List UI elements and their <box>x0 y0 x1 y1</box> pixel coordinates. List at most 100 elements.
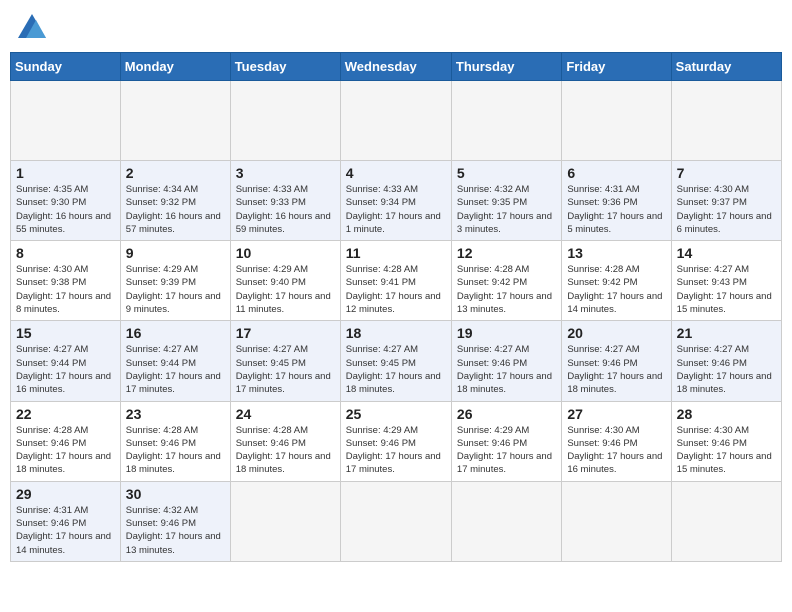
calendar-week-row: 15 Sunrise: 4:27 AMSunset: 9:44 PMDayligh… <box>11 321 782 401</box>
calendar-day-cell <box>120 81 230 161</box>
calendar-day-cell: 21Sunrise: 4:27 AMSunset: 9:46 PMDayligh… <box>671 321 781 401</box>
day-of-week-header: Monday <box>120 53 230 81</box>
day-number: 10 <box>236 245 335 261</box>
calendar-week-row: 29 Sunrise: 4:31 AMSunset: 9:46 PMDayligh… <box>11 481 782 561</box>
day-info: Sunrise: 4:27 AMSunset: 9:45 PMDaylight:… <box>236 343 335 396</box>
calendar-week-row <box>11 81 782 161</box>
day-number: 2 <box>126 165 225 181</box>
day-info: Sunrise: 4:35 AMSunset: 9:30 PMDaylight:… <box>16 183 115 236</box>
day-number: 4 <box>346 165 446 181</box>
logo-icon <box>14 10 50 46</box>
calendar-day-cell: 29 Sunrise: 4:31 AMSunset: 9:46 PMDayligh… <box>11 481 121 561</box>
day-number: 26 <box>457 406 556 422</box>
calendar-day-cell: 16 Sunrise: 4:27 AMSunset: 9:44 PMDayligh… <box>120 321 230 401</box>
calendar-day-cell: 20 Sunrise: 4:27 AMSunset: 9:46 PMDayligh… <box>562 321 671 401</box>
day-info: Sunrise: 4:29 AMSunset: 9:40 PMDaylight:… <box>236 263 335 316</box>
calendar-week-row: 1 Sunrise: 4:35 AMSunset: 9:30 PMDaylight… <box>11 161 782 241</box>
day-number: 30 <box>126 486 225 502</box>
day-number: 12 <box>457 245 556 261</box>
calendar-day-cell: 7 Sunrise: 4:30 AMSunset: 9:37 PMDaylight… <box>671 161 781 241</box>
day-of-week-header: Tuesday <box>230 53 340 81</box>
day-number: 1 <box>16 165 115 181</box>
day-number: 20 <box>567 325 665 341</box>
calendar-day-cell <box>671 481 781 561</box>
day-info: Sunrise: 4:28 AMSunset: 9:46 PMDaylight:… <box>126 424 225 477</box>
day-number: 18 <box>346 325 446 341</box>
calendar-table: SundayMondayTuesdayWednesdayThursdayFrid… <box>10 52 782 562</box>
calendar-day-cell: 19 Sunrise: 4:27 AMSunset: 9:46 PMDayligh… <box>451 321 561 401</box>
day-number: 27 <box>567 406 665 422</box>
day-info: Sunrise: 4:28 AMSunset: 9:46 PMDaylight:… <box>16 424 115 477</box>
day-number: 3 <box>236 165 335 181</box>
day-number: 29 <box>16 486 115 502</box>
calendar-day-cell: 22 Sunrise: 4:28 AMSunset: 9:46 PMDayligh… <box>11 401 121 481</box>
day-info: Sunrise: 4:29 AMSunset: 9:46 PMDaylight:… <box>346 424 446 477</box>
day-info: Sunrise: 4:27 AMSunset: 9:46 PMDaylight:… <box>677 343 776 396</box>
calendar-day-cell: 8Sunrise: 4:30 AMSunset: 9:38 PMDaylight… <box>11 241 121 321</box>
calendar-week-row: 22 Sunrise: 4:28 AMSunset: 9:46 PMDayligh… <box>11 401 782 481</box>
day-info: Sunrise: 4:27 AMSunset: 9:46 PMDaylight:… <box>567 343 665 396</box>
day-number: 8 <box>16 245 115 261</box>
day-info: Sunrise: 4:27 AMSunset: 9:46 PMDaylight:… <box>457 343 556 396</box>
day-number: 25 <box>346 406 446 422</box>
calendar-day-cell <box>451 481 561 561</box>
calendar-day-cell: 14 Sunrise: 4:27 AMSunset: 9:43 PMDayligh… <box>671 241 781 321</box>
day-info: Sunrise: 4:32 AMSunset: 9:46 PMDaylight:… <box>126 504 225 557</box>
calendar-day-cell <box>11 81 121 161</box>
day-number: 5 <box>457 165 556 181</box>
day-of-week-header: Sunday <box>11 53 121 81</box>
calendar-day-cell: 28Sunrise: 4:30 AMSunset: 9:46 PMDayligh… <box>671 401 781 481</box>
calendar-day-cell: 2 Sunrise: 4:34 AMSunset: 9:32 PMDaylight… <box>120 161 230 241</box>
calendar-day-cell: 6 Sunrise: 4:31 AMSunset: 9:36 PMDaylight… <box>562 161 671 241</box>
calendar-day-cell: 17Sunrise: 4:27 AMSunset: 9:45 PMDayligh… <box>230 321 340 401</box>
day-info: Sunrise: 4:29 AMSunset: 9:39 PMDaylight:… <box>126 263 225 316</box>
calendar-day-cell: 10 Sunrise: 4:29 AMSunset: 9:40 PMDayligh… <box>230 241 340 321</box>
day-info: Sunrise: 4:31 AMSunset: 9:46 PMDaylight:… <box>16 504 115 557</box>
calendar-day-cell: 24 Sunrise: 4:28 AMSunset: 9:46 PMDayligh… <box>230 401 340 481</box>
day-info: Sunrise: 4:27 AMSunset: 9:45 PMDaylight:… <box>346 343 446 396</box>
calendar-day-cell <box>230 81 340 161</box>
calendar-day-cell: 5 Sunrise: 4:32 AMSunset: 9:35 PMDaylight… <box>451 161 561 241</box>
day-number: 24 <box>236 406 335 422</box>
calendar-day-cell <box>340 81 451 161</box>
day-info: Sunrise: 4:32 AMSunset: 9:35 PMDaylight:… <box>457 183 556 236</box>
day-info: Sunrise: 4:33 AMSunset: 9:33 PMDaylight:… <box>236 183 335 236</box>
day-info: Sunrise: 4:28 AMSunset: 9:46 PMDaylight:… <box>236 424 335 477</box>
day-of-week-header: Saturday <box>671 53 781 81</box>
calendar-header-row: SundayMondayTuesdayWednesdayThursdayFrid… <box>11 53 782 81</box>
day-number: 16 <box>126 325 225 341</box>
day-info: Sunrise: 4:28 AMSunset: 9:42 PMDaylight:… <box>567 263 665 316</box>
day-info: Sunrise: 4:29 AMSunset: 9:46 PMDaylight:… <box>457 424 556 477</box>
day-number: 14 <box>677 245 776 261</box>
day-info: Sunrise: 4:30 AMSunset: 9:46 PMDaylight:… <box>567 424 665 477</box>
day-info: Sunrise: 4:30 AMSunset: 9:37 PMDaylight:… <box>677 183 776 236</box>
calendar-week-row: 8Sunrise: 4:30 AMSunset: 9:38 PMDaylight… <box>11 241 782 321</box>
day-of-week-header: Friday <box>562 53 671 81</box>
day-number: 7 <box>677 165 776 181</box>
day-info: Sunrise: 4:34 AMSunset: 9:32 PMDaylight:… <box>126 183 225 236</box>
calendar-day-cell: 9Sunrise: 4:29 AMSunset: 9:39 PMDaylight… <box>120 241 230 321</box>
day-info: Sunrise: 4:27 AMSunset: 9:43 PMDaylight:… <box>677 263 776 316</box>
day-info: Sunrise: 4:27 AMSunset: 9:44 PMDaylight:… <box>16 343 115 396</box>
calendar-day-cell <box>230 481 340 561</box>
day-number: 22 <box>16 406 115 422</box>
day-info: Sunrise: 4:27 AMSunset: 9:44 PMDaylight:… <box>126 343 225 396</box>
day-number: 15 <box>16 325 115 341</box>
calendar-day-cell: 23 Sunrise: 4:28 AMSunset: 9:46 PMDayligh… <box>120 401 230 481</box>
calendar-day-cell: 13Sunrise: 4:28 AMSunset: 9:42 PMDayligh… <box>562 241 671 321</box>
calendar-day-cell: 18 Sunrise: 4:27 AMSunset: 9:45 PMDayligh… <box>340 321 451 401</box>
day-number: 23 <box>126 406 225 422</box>
calendar-day-cell: 1 Sunrise: 4:35 AMSunset: 9:30 PMDaylight… <box>11 161 121 241</box>
day-info: Sunrise: 4:30 AMSunset: 9:46 PMDaylight:… <box>677 424 776 477</box>
day-info: Sunrise: 4:31 AMSunset: 9:36 PMDaylight:… <box>567 183 665 236</box>
calendar-day-cell <box>562 81 671 161</box>
day-number: 19 <box>457 325 556 341</box>
day-of-week-header: Thursday <box>451 53 561 81</box>
day-number: 11 <box>346 245 446 261</box>
page-header <box>10 10 782 46</box>
day-info: Sunrise: 4:28 AMSunset: 9:42 PMDaylight:… <box>457 263 556 316</box>
day-of-week-header: Wednesday <box>340 53 451 81</box>
calendar-day-cell: 12 Sunrise: 4:28 AMSunset: 9:42 PMDayligh… <box>451 241 561 321</box>
day-number: 6 <box>567 165 665 181</box>
day-info: Sunrise: 4:28 AMSunset: 9:41 PMDaylight:… <box>346 263 446 316</box>
